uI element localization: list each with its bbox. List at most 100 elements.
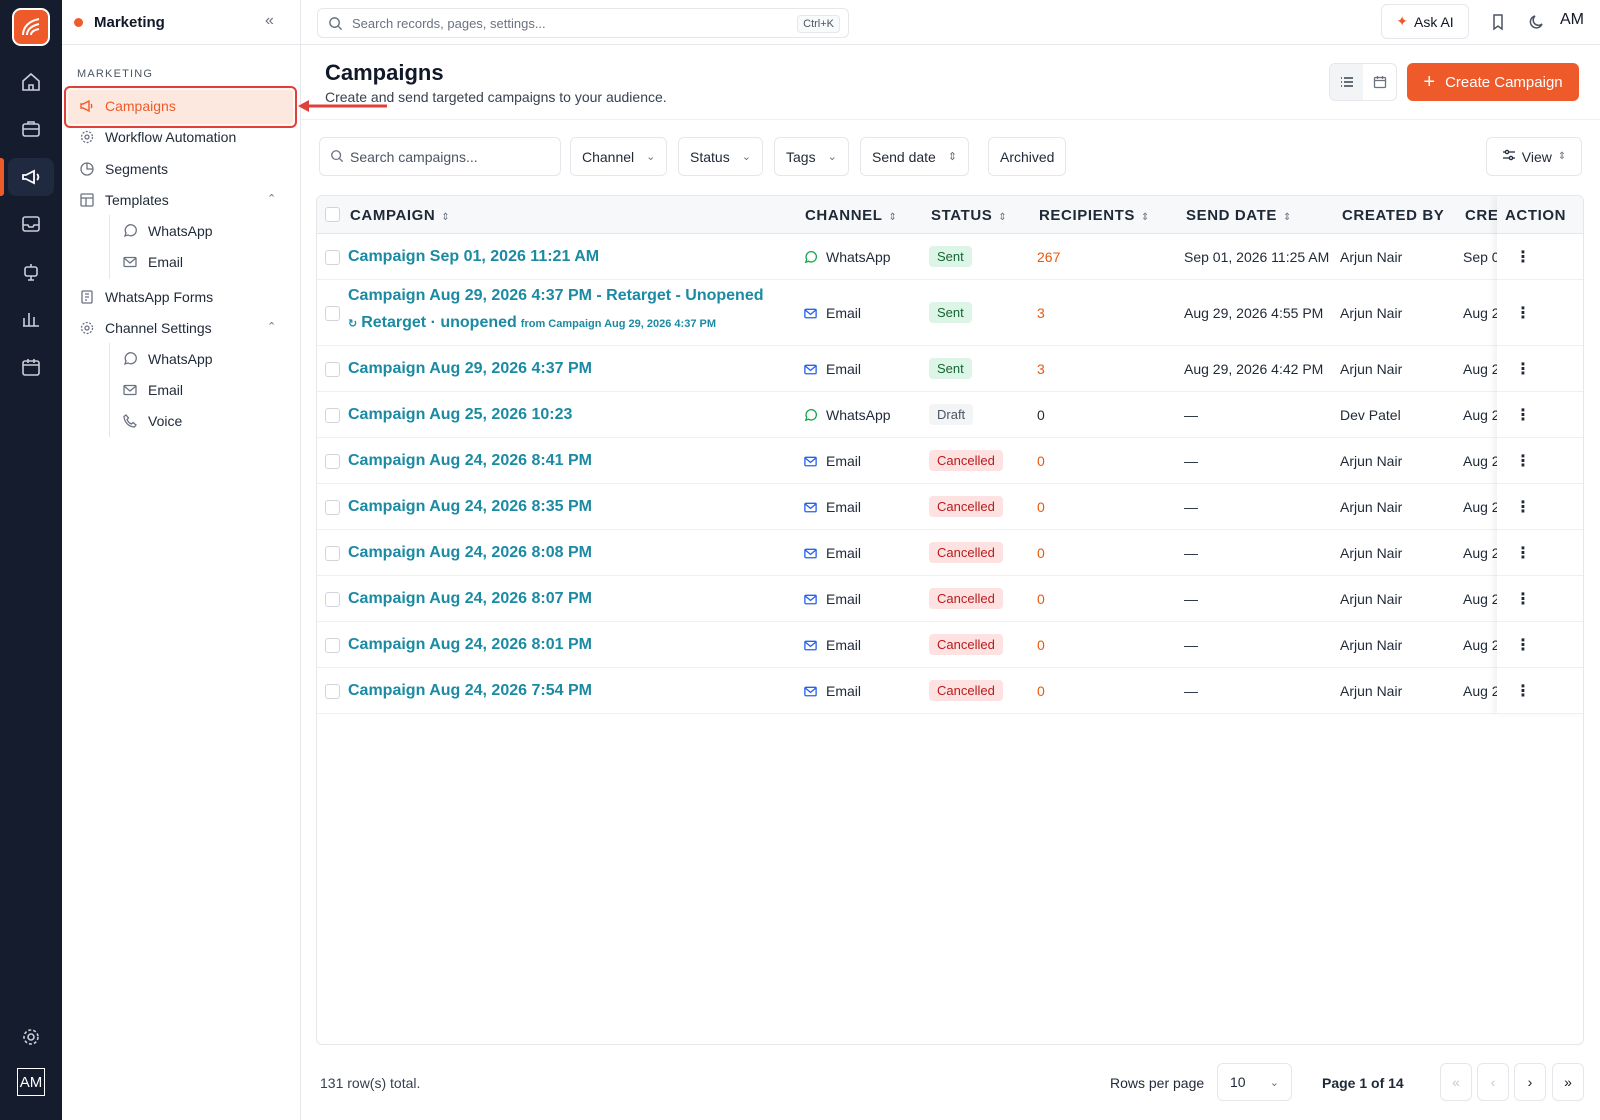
campaign-name-link[interactable]: Campaign Aug 24, 2026 7:54 PM xyxy=(348,682,592,700)
settings-icon[interactable] xyxy=(19,1025,43,1049)
table-row[interactable]: Campaign Aug 24, 2026 8:01 PM Email Cancel… xyxy=(317,622,1583,668)
column-channel[interactable]: CHANNEL ⇕ xyxy=(805,207,898,224)
table-row[interactable]: Campaign Sep 01, 2026 11:21 AM WhatsApp Se… xyxy=(317,234,1583,280)
table-row[interactable]: Campaign Aug 24, 2026 8:07 PM Email Cancel… xyxy=(317,576,1583,622)
campaign-name-link[interactable]: Campaign Aug 24, 2026 8:41 PM xyxy=(348,452,592,470)
send-date-cell: Aug 29, 2026 4:55 PM xyxy=(1184,305,1324,321)
table-row[interactable]: Campaign Aug 29, 2026 4:37 PM Email Sent 3 A… xyxy=(317,346,1583,392)
table-row[interactable]: Campaign Aug 25, 2026 10:23 WhatsApp Draft… xyxy=(317,392,1583,438)
home-icon[interactable] xyxy=(19,70,43,94)
row-checkbox[interactable] xyxy=(325,408,340,423)
bot-icon[interactable] xyxy=(19,260,43,284)
campaign-name-link[interactable]: Campaign Aug 29, 2026 4:37 PM xyxy=(348,360,592,378)
row-checkbox[interactable] xyxy=(325,546,340,561)
table-row[interactable]: Campaign Aug 24, 2026 8:35 PM Email Cancel… xyxy=(317,484,1583,530)
send-date-sort[interactable]: Send date ⇕ xyxy=(860,137,970,176)
user-avatar[interactable]: AM xyxy=(17,1068,45,1096)
chevron-up-icon[interactable]: ⌃ xyxy=(267,320,276,333)
row-actions-menu-icon[interactable]: ⋮ xyxy=(1515,303,1531,323)
channel-filter[interactable]: Channel ⌄ xyxy=(570,137,668,176)
table-row[interactable]: Campaign Aug 24, 2026 8:08 PM Email Cancel… xyxy=(317,530,1583,576)
sidebar-item-templates[interactable]: Templates ⌃ xyxy=(79,187,284,213)
sidebar-item-settings-voice[interactable]: Voice xyxy=(122,408,182,434)
table-row[interactable]: Campaign Aug 24, 2026 7:54 PM Email Cancel… xyxy=(317,668,1583,714)
campaign-name-link[interactable]: Campaign Aug 24, 2026 8:07 PM xyxy=(348,590,592,608)
view-options-button[interactable]: View ⇕ xyxy=(1486,137,1582,176)
rows-per-page-select[interactable]: 10 ⌄ xyxy=(1217,1063,1292,1101)
calendar-view-icon[interactable] xyxy=(1363,64,1396,100)
column-status[interactable]: STATUS ⇕ xyxy=(931,207,1007,224)
sidebar-item-label: Voice xyxy=(148,413,183,429)
user-avatar[interactable]: AM xyxy=(1560,11,1584,29)
campaign-name-link[interactable]: Campaign Aug 24, 2026 8:35 PM xyxy=(348,498,592,516)
search-icon xyxy=(328,16,343,34)
campaign-name-link[interactable]: Campaign Aug 24, 2026 8:08 PM xyxy=(348,544,592,562)
column-created-by[interactable]: CREATED BY xyxy=(1342,207,1444,224)
create-campaign-button[interactable]: + Create Campaign xyxy=(1407,63,1579,101)
sidebar-item-campaigns[interactable]: Campaigns xyxy=(79,93,176,119)
table-row[interactable]: Campaign Aug 29, 2026 4:37 PM - Retarget… xyxy=(317,280,1583,346)
row-actions-menu-icon[interactable]: ⋮ xyxy=(1515,543,1531,563)
campaign-name-link[interactable]: Campaign Aug 25, 2026 10:23 xyxy=(348,406,572,424)
analytics-icon[interactable] xyxy=(19,307,43,331)
megaphone-icon[interactable] xyxy=(19,165,43,189)
column-send-date[interactable]: SEND DATE ⇕ xyxy=(1186,207,1292,224)
calendar-icon[interactable] xyxy=(19,355,43,379)
sidebar-item-segments[interactable]: Segments xyxy=(79,156,168,182)
recipients-count: 0 xyxy=(1037,407,1045,423)
archived-toggle[interactable]: Archived xyxy=(988,137,1067,176)
moon-icon[interactable] xyxy=(1527,12,1547,32)
row-checkbox[interactable] xyxy=(325,362,340,377)
bookmark-icon[interactable] xyxy=(1488,12,1508,32)
chevron-up-icon[interactable]: ⌃ xyxy=(267,192,276,205)
previous-page-button[interactable]: ‹ xyxy=(1477,1063,1509,1101)
list-view-icon[interactable] xyxy=(1330,64,1363,100)
campaign-name-link[interactable]: Campaign Sep 01, 2026 11:21 AM xyxy=(348,248,599,266)
status-filter-label: Status xyxy=(690,148,730,165)
collapse-sidebar-icon[interactable]: « xyxy=(265,12,274,30)
row-actions-menu-icon[interactable]: ⋮ xyxy=(1515,589,1531,609)
row-checkbox[interactable] xyxy=(325,638,340,653)
row-actions-menu-icon[interactable]: ⋮ xyxy=(1515,247,1531,267)
briefcase-icon[interactable] xyxy=(19,117,43,141)
row-actions-menu-icon[interactable]: ⋮ xyxy=(1515,635,1531,655)
campaign-search-input[interactable] xyxy=(350,146,550,168)
row-actions-menu-icon[interactable]: ⋮ xyxy=(1515,405,1531,425)
campaign-search-field[interactable] xyxy=(319,137,561,176)
sidebar-item-settings-email[interactable]: Email xyxy=(122,377,183,403)
column-campaign[interactable]: CAMPAIGN ⇕ xyxy=(350,207,450,224)
global-search-input[interactable]: Search records, pages, settings... Ctrl+… xyxy=(317,8,849,38)
row-actions-menu-icon[interactable]: ⋮ xyxy=(1515,497,1531,517)
row-checkbox[interactable] xyxy=(325,500,340,515)
first-page-button[interactable]: « xyxy=(1440,1063,1472,1101)
row-checkbox[interactable] xyxy=(325,454,340,469)
select-all-checkbox[interactable] xyxy=(325,207,340,222)
campaign-name-link[interactable]: Campaign Aug 29, 2026 4:37 PM - Retarget… xyxy=(348,287,764,305)
row-divider xyxy=(1497,483,1583,484)
table-row[interactable]: Campaign Aug 24, 2026 8:41 PM Email Cancel… xyxy=(317,438,1583,484)
last-page-button[interactable]: » xyxy=(1552,1063,1584,1101)
row-checkbox[interactable] xyxy=(325,592,340,607)
sidebar-item-templates-email[interactable]: Email xyxy=(122,249,183,275)
row-actions-menu-icon[interactable]: ⋮ xyxy=(1515,359,1531,379)
next-page-button[interactable]: › xyxy=(1514,1063,1546,1101)
sidebar-item-workflow-automation[interactable]: Workflow Automation xyxy=(79,124,236,150)
row-actions-menu-icon[interactable]: ⋮ xyxy=(1515,451,1531,471)
sidebar-item-settings-whatsapp[interactable]: WhatsApp xyxy=(122,346,213,372)
inbox-icon[interactable] xyxy=(19,212,43,236)
sidebar-item-channel-settings[interactable]: Channel Settings ⌃ xyxy=(79,315,284,341)
app-logo-icon[interactable] xyxy=(12,8,50,46)
retarget-info[interactable]: ↻ Retarget · unopened from Campaign Aug 29… xyxy=(348,314,716,332)
ask-ai-button[interactable]: ✦ Ask AI xyxy=(1381,4,1469,39)
column-recipients[interactable]: RECIPIENTS ⇕ xyxy=(1039,207,1150,224)
row-checkbox[interactable] xyxy=(325,306,340,321)
column-created[interactable]: CRE xyxy=(1465,207,1497,224)
row-actions-menu-icon[interactable]: ⋮ xyxy=(1515,681,1531,701)
row-checkbox[interactable] xyxy=(325,250,340,265)
row-checkbox[interactable] xyxy=(325,684,340,699)
campaign-name-link[interactable]: Campaign Aug 24, 2026 8:01 PM xyxy=(348,636,592,654)
status-filter[interactable]: Status ⌄ xyxy=(678,137,763,176)
tags-filter[interactable]: Tags ⌄ xyxy=(774,137,849,176)
sidebar-item-whatsapp-forms[interactable]: WhatsApp Forms xyxy=(79,284,213,310)
sidebar-item-templates-whatsapp[interactable]: WhatsApp xyxy=(122,218,213,244)
